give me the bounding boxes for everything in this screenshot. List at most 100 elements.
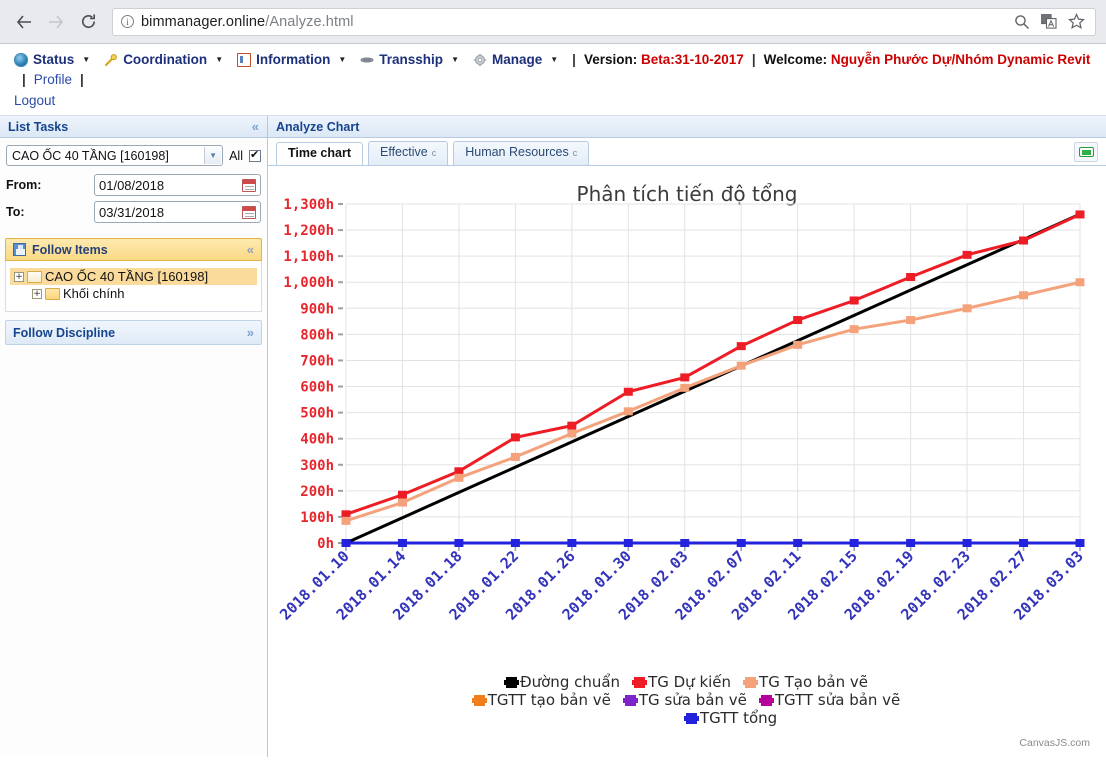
menu-item-coordination-label: Coordination: [123, 52, 208, 67]
project-select-value: CAO ỐC 40 TẦNG [160198]: [12, 148, 169, 163]
chart-container: Phân tích tiến độ tổng 0h 100h 200h 300h 400…: [268, 166, 1106, 757]
info-glyph: i: [126, 16, 129, 27]
address-bar[interactable]: i bimmanager.online/Analyze.html: [112, 7, 1096, 36]
follow-items-tree: + CAO ỐC 40 TẦNG [160198] + Khối chính: [5, 261, 262, 312]
svg-text:400h: 400h: [300, 432, 334, 448]
key-icon: [104, 53, 118, 67]
content-area: List Tasks « CAO ỐC 40 TẦNG [160198] ▼ A…: [0, 116, 1106, 757]
from-date-value: 01/08/2018: [99, 177, 165, 193]
separator-3: |: [22, 72, 26, 87]
expander-icon[interactable]: +: [32, 288, 42, 299]
all-checkbox[interactable]: [249, 148, 261, 162]
project-filter-row: CAO ỐC 40 TẦNG [160198] ▼ All: [6, 145, 261, 166]
chevron-double-left-icon[interactable]: «: [252, 119, 259, 134]
legend-item-3[interactable]: TGTT tạo bản vẽ: [471, 691, 611, 709]
legend-item-4[interactable]: TG sửa bản vẽ: [622, 691, 747, 709]
legend-item-0[interactable]: Đường chuẩn: [504, 673, 621, 691]
forward-arrow-icon: [42, 8, 70, 36]
menu-item-information[interactable]: Information ▼: [237, 50, 346, 70]
svg-text:1,100h: 1,100h: [283, 249, 334, 265]
chevron-down-icon[interactable]: »: [247, 325, 254, 340]
legend-marker: [743, 676, 759, 688]
to-date-input[interactable]: 03/31/2018: [94, 201, 261, 223]
svg-text:700h: 700h: [300, 353, 334, 369]
menu-item-transship[interactable]: Transship ▼: [360, 50, 459, 70]
gear-icon: [473, 53, 487, 67]
legend-label: Đường chuẩn: [520, 673, 621, 691]
menu-item-coordination[interactable]: Coordination ▼: [104, 50, 223, 70]
tree-node-child-label: Khối chính: [63, 286, 125, 301]
legend-item-5[interactable]: TGTT sửa bản vẽ: [758, 691, 901, 709]
follow-items-header[interactable]: Follow Items «: [5, 238, 262, 261]
reload-icon[interactable]: [74, 8, 102, 36]
all-label: All: [229, 148, 243, 163]
chevron-down-icon[interactable]: ▼: [204, 147, 222, 164]
sidebar-header: List Tasks «: [0, 116, 267, 138]
legend-marker: [684, 712, 699, 724]
menu-item-status[interactable]: Status ▼: [14, 50, 90, 70]
chart-svg[interactable]: 0h 100h 200h 300h 400h 500h 600h 700h 800h 900h 1,…: [268, 166, 1106, 686]
back-arrow-icon[interactable]: [10, 8, 38, 36]
version-label: Version:: [583, 52, 638, 67]
legend-line-1: Đường chuẩn TG Dự kiến TG Tạo bản vẽ: [504, 673, 868, 691]
legend-marker: [758, 694, 774, 706]
chart-canvas-holder: 0h 100h 200h 300h 400h 500h 600h 700h 800h 900h 1,…: [268, 166, 1106, 757]
save-disk-icon: [13, 243, 26, 256]
tab-human-resources[interactable]: Human Resources c: [453, 141, 590, 165]
legend-label: TGTT sửa bản vẽ: [774, 691, 901, 709]
date-range: From: 01/08/2018 To: 03/31/2018: [6, 174, 261, 223]
svg-text:800h: 800h: [300, 327, 334, 343]
app-menu-bar: Status ▼ Coordination ▼ Information ▼ Tr…: [0, 44, 1106, 116]
project-select[interactable]: CAO ỐC 40 TẦNG [160198] ▼: [6, 145, 224, 166]
menu-item-manage[interactable]: Manage ▼: [473, 50, 558, 70]
to-date-value: 03/31/2018: [99, 204, 165, 220]
tab-time-chart[interactable]: Time chart: [276, 142, 363, 165]
tab-effective[interactable]: Effective c: [368, 141, 449, 165]
legend-label: TG Dự kiến: [648, 673, 732, 691]
chevron-down-icon: ▼: [338, 55, 347, 64]
svg-text:900h: 900h: [300, 301, 334, 317]
folder-icon: [27, 270, 42, 283]
site-info-icon[interactable]: i: [121, 15, 134, 28]
information-icon: [237, 53, 252, 67]
menu-item-status-label: Status: [33, 52, 75, 67]
legend-item-1[interactable]: TG Dự kiến: [632, 673, 732, 691]
from-row: From: 01/08/2018: [6, 174, 261, 196]
legend-marker: [504, 676, 519, 688]
svg-text:500h: 500h: [300, 406, 334, 422]
version-value: Beta:31-10-2017: [641, 52, 744, 67]
legend-label: TGTT tạo bản vẽ: [487, 691, 611, 709]
chevron-up-icon[interactable]: «: [247, 242, 254, 257]
svg-text:0h: 0h: [317, 536, 334, 552]
sidebar: List Tasks « CAO ỐC 40 TẦNG [160198] ▼ A…: [0, 116, 268, 757]
chart-legend: Đường chuẩn TG Dự kiến TG Tạo bản vẽ TGT…: [268, 673, 1106, 727]
star-icon[interactable]: [1068, 13, 1085, 30]
tab-human-resources-badge: c: [572, 148, 578, 158]
legend-item-2[interactable]: TG Tạo bản vẽ: [743, 673, 868, 691]
chevron-down-icon: ▼: [82, 55, 91, 64]
tab-effective-label: Effective: [380, 145, 428, 159]
legend-item-6[interactable]: TGTT tổng: [684, 709, 778, 727]
logout-link[interactable]: Logout: [14, 91, 1096, 111]
profile-link[interactable]: Profile: [34, 70, 72, 90]
tree-node-child[interactable]: + Khối chính: [10, 285, 257, 302]
legend-marker: [622, 694, 638, 706]
translate-icon[interactable]: [1041, 14, 1057, 29]
main-panel-header: Analyze Chart: [268, 116, 1106, 138]
legend-marker: [632, 676, 648, 688]
tree-node-root[interactable]: + CAO ỐC 40 TẦNG [160198]: [10, 268, 257, 285]
folder-icon: [45, 287, 60, 300]
green-panel-icon[interactable]: [1074, 142, 1098, 162]
calendar-icon[interactable]: [242, 178, 256, 192]
expander-icon[interactable]: +: [14, 271, 24, 282]
follow-discipline-header[interactable]: Follow Discipline »: [5, 320, 262, 345]
legend-label: TGTT tổng: [700, 709, 778, 727]
welcome-label: Welcome:: [763, 52, 828, 67]
tab-human-resources-label: Human Resources: [465, 145, 569, 159]
tree-node-root-label: CAO ỐC 40 TẦNG [160198]: [45, 269, 209, 284]
from-date-input[interactable]: 01/08/2018: [94, 174, 261, 196]
search-icon[interactable]: [1014, 14, 1030, 30]
sidebar-title: List Tasks: [8, 119, 69, 134]
follow-items-title: Follow Items: [32, 242, 108, 257]
calendar-icon[interactable]: [242, 205, 256, 219]
